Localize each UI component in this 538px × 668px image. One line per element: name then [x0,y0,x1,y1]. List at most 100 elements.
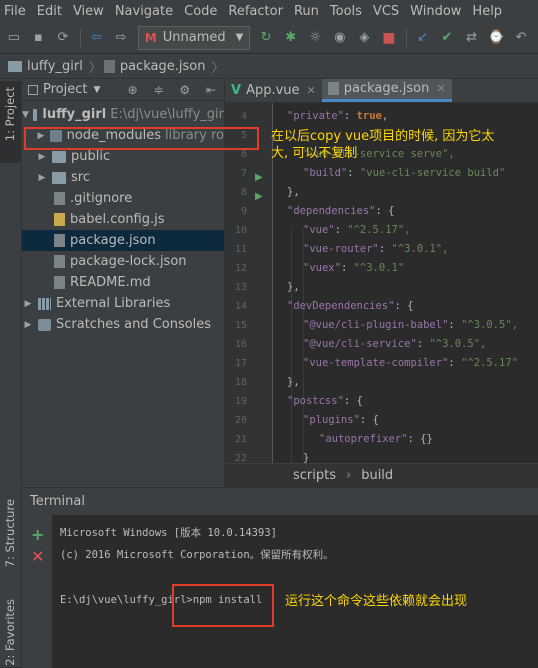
menu-file[interactable]: File [4,4,26,19]
vcs-compare-icon[interactable]: ⇄ [464,30,480,46]
side-tab-favorites[interactable]: 2: Favorites [3,599,17,666]
vcs-update-icon[interactable]: ↙ [415,30,431,46]
toolbar-separator [405,28,407,47]
line-number: 21 [234,434,247,445]
debug-icon[interactable]: ✱ [283,30,299,46]
expand-arrow-icon[interactable]: ▶ [22,320,34,330]
code-line-21: "autoprefixer": {} [287,433,433,445]
folder-icon [8,60,22,72]
annotation-top-line2: 大, 可以不复制 [271,146,358,161]
attach-icon[interactable]: ◈ [357,30,373,46]
line-number: 17 [234,358,247,369]
code-line-18: }, [287,376,300,388]
side-tab-structure[interactable]: 7: Structure [3,499,17,567]
tree-item-external-libraries[interactable]: ▶ External Libraries [22,293,224,314]
terminal-side-actions: + ✕ [22,515,52,668]
tab-app-vue[interactable]: V App.vue ✕ [225,79,322,102]
json-key: "autoprefixer" [319,433,408,445]
vcs-history-icon[interactable]: ⌚ [488,30,504,46]
tab-package-json[interactable]: package.json ✕ [321,79,452,102]
menu-refactor[interactable]: Refactor [228,4,283,19]
tree-item-src[interactable]: ▶ src [22,167,224,188]
menu-vcs[interactable]: VCS [373,4,399,19]
nav-project[interactable]: luffy_girl [27,59,83,74]
json-value: "^3.0.1", [391,243,449,255]
expand-arrow-icon[interactable]: ▶ [22,299,34,309]
terminal-title: Terminal [30,494,85,509]
json-key: "vue-template-compiler" [303,357,449,369]
scratches-icon [38,318,51,331]
json-key: "private" [287,110,344,122]
nav-file[interactable]: package.json [120,59,206,74]
chevron-down-icon[interactable]: ▼ [93,85,100,95]
json-file-icon [327,82,339,95]
tree-item-scratches[interactable]: ▶ Scratches and Consoles [22,314,224,335]
menu-edit[interactable]: Edit [37,4,62,19]
close-icon[interactable]: ✕ [307,84,316,97]
editor-breadcrumb: scripts › build [225,463,538,487]
tree-root[interactable]: ▼ luffy_girl E:\dj\vue\luffy_gir [22,104,224,125]
json-key: "vuex" [303,262,341,274]
coverage-icon[interactable]: ☼ [307,30,323,46]
side-tab-project[interactable]: 1: Project [3,87,17,141]
run-configuration-select[interactable]: M Unnamed ▼ [137,25,251,50]
run-script-icon[interactable]: ▶ [255,172,263,183]
breadcrumb-item[interactable]: scripts [293,468,336,483]
project-panel-header: Project ▼ ⊕ ≑ ⚙ ⇤ [22,79,224,101]
code-line-14: "devDependencies": { [287,300,413,312]
profile-icon[interactable]: ◉ [332,30,348,46]
sync-icon[interactable]: ⟳ [55,30,71,46]
line-number: 19 [234,396,247,407]
js-file-icon [54,213,65,226]
menu-bar: File Edit View Navigate Code Refactor Ru… [0,0,538,22]
tree-item-label: External Libraries [56,296,171,311]
open-folder-icon[interactable]: ▭ [6,30,22,46]
menu-run[interactable]: Run [294,4,319,19]
code-line-17: "vue-template-compiler": "^2.5.17" [303,357,518,369]
vcs-commit-icon[interactable]: ✔ [439,30,455,46]
breadcrumb-item[interactable]: build [361,468,393,483]
tree-item-label: .gitignore [70,191,133,206]
text-file-icon [54,192,65,205]
tree-item-gitignore[interactable]: .gitignore [22,188,224,209]
code-line-12: "vuex": "^3.0.1" [303,262,405,274]
tree-item-babel-config[interactable]: babel.config.js [22,209,224,230]
close-icon[interactable]: ✕ [436,82,445,95]
menu-window[interactable]: Window [410,4,461,19]
menu-view[interactable]: View [73,4,104,19]
forward-arrow-icon[interactable]: ⇨ [113,30,129,46]
line-number: 9 [240,206,247,217]
expand-arrow-icon[interactable]: ▼ [22,110,29,120]
line-number: 20 [234,415,247,426]
json-file-icon [103,59,115,73]
vue-file-icon: V [231,82,242,98]
menu-code[interactable]: Code [184,4,217,19]
back-arrow-icon[interactable]: ⇦ [89,30,105,46]
tree-item-package-json[interactable]: package.json [22,230,224,251]
line-number: 10 [234,225,247,236]
menu-tools[interactable]: Tools [330,4,362,19]
project-view-icon [28,84,38,95]
expand-arrow-icon[interactable]: ▶ [36,173,48,183]
menu-help[interactable]: Help [472,4,502,19]
menu-navigate[interactable]: Navigate [115,4,173,19]
code-line-20: "plugins": { [287,414,379,426]
expand-arrow-icon[interactable]: ▶ [36,152,48,162]
code-line-11: "vue-router": "^3.0.1", [303,243,449,255]
close-session-icon[interactable]: ✕ [31,547,44,566]
tree-item-label: babel.config.js [70,212,165,227]
undo-icon[interactable]: ↶ [513,30,529,46]
tree-item-readme[interactable]: README.md [22,272,224,293]
project-view-select[interactable]: Project [43,82,87,97]
run-script-icon[interactable]: ▶ [255,191,263,202]
json-key: "postcss" [287,395,344,407]
panel-actions-icons[interactable]: ⊕ ≑ ⚙ ⇤ [128,83,224,97]
code-line-13: }, [287,281,300,293]
tree-item-package-lock[interactable]: package-lock.json [22,251,224,272]
stop-icon[interactable]: ■ [381,30,397,46]
new-session-icon[interactable]: + [31,525,44,544]
terminal-line: Microsoft Windows [版本 10.0.14393] [60,527,277,539]
rerun-icon[interactable]: ↻ [258,30,274,46]
save-icon[interactable]: ▪ [31,30,47,46]
folder-icon [52,171,66,184]
